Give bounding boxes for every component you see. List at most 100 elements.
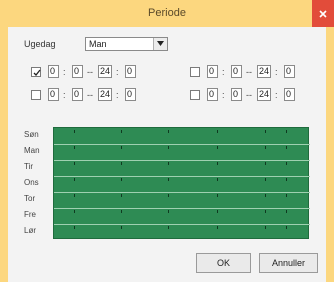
time-row-1-start-minute[interactable]: 0 bbox=[72, 65, 83, 78]
close-button[interactable] bbox=[312, 0, 334, 27]
grid-hour-tick bbox=[74, 146, 75, 149]
grid-hour-tick bbox=[286, 146, 287, 149]
grid-hour-tick bbox=[74, 194, 75, 197]
colon-separator: : bbox=[63, 67, 66, 77]
weekday-label: Ugedag bbox=[24, 39, 56, 49]
dash-separator: -- bbox=[87, 67, 93, 77]
grid-row-divider bbox=[54, 208, 310, 209]
grid-hour-tick bbox=[265, 162, 266, 165]
grid-hour-tick bbox=[265, 210, 266, 213]
weekday-selected-value: Man bbox=[89, 39, 107, 49]
weekday-dropdown-button[interactable] bbox=[153, 38, 167, 50]
window-title: Periode bbox=[148, 7, 186, 19]
day-label-sun: Søn bbox=[24, 130, 39, 139]
colon-separator: : bbox=[116, 67, 119, 77]
colon-separator: : bbox=[63, 90, 66, 100]
day-label-wed: Ons bbox=[24, 178, 39, 187]
grid-hour-tick bbox=[121, 162, 122, 165]
time-row-3-end-minute[interactable]: 0 bbox=[284, 65, 295, 78]
chevron-down-icon bbox=[157, 41, 164, 46]
grid-row-divider bbox=[54, 192, 310, 193]
grid-hour-tick bbox=[265, 146, 266, 149]
grid-hour-tick bbox=[286, 162, 287, 165]
close-icon bbox=[319, 10, 327, 18]
day-label-sat: Lør bbox=[24, 226, 36, 235]
day-label-mon: Man bbox=[24, 146, 40, 155]
grid-hour-tick bbox=[74, 162, 75, 165]
grid-hour-tick bbox=[168, 146, 169, 149]
grid-hour-tick bbox=[265, 226, 266, 229]
ok-button[interactable]: OK bbox=[196, 253, 251, 273]
grid-row-divider bbox=[54, 224, 310, 225]
grid-hour-tick bbox=[217, 194, 218, 197]
time-row-2-end-minute[interactable]: 0 bbox=[125, 88, 136, 101]
schedule-grid[interactable] bbox=[53, 127, 310, 239]
time-row-1-end-minute[interactable]: 0 bbox=[125, 65, 136, 78]
grid-hour-tick bbox=[121, 226, 122, 229]
grid-hour-tick bbox=[74, 178, 75, 181]
time-row-4-start-hour[interactable]: 0 bbox=[207, 88, 218, 101]
dash-separator: -- bbox=[87, 90, 93, 100]
grid-hour-tick bbox=[217, 162, 218, 165]
time-row-4-end-hour[interactable]: 24 bbox=[257, 88, 271, 101]
grid-hour-tick bbox=[265, 130, 266, 133]
grid-hour-tick bbox=[286, 226, 287, 229]
time-row-2-end-hour[interactable]: 24 bbox=[98, 88, 112, 101]
grid-hour-tick bbox=[168, 178, 169, 181]
grid-hour-tick bbox=[286, 194, 287, 197]
grid-hour-tick bbox=[286, 130, 287, 133]
window-frame-right bbox=[326, 27, 334, 282]
grid-hour-tick bbox=[121, 210, 122, 213]
grid-hour-tick bbox=[168, 226, 169, 229]
grid-hour-tick bbox=[265, 194, 266, 197]
grid-row-divider bbox=[54, 144, 310, 145]
time-row-4-checkbox[interactable] bbox=[190, 90, 200, 100]
time-row-3-start-hour[interactable]: 0 bbox=[207, 65, 218, 78]
colon-separator: : bbox=[222, 90, 225, 100]
grid-row-divider bbox=[54, 160, 310, 161]
cancel-button[interactable]: Annuller bbox=[259, 253, 318, 273]
day-label-fri: Fre bbox=[24, 210, 36, 219]
colon-separator: : bbox=[275, 90, 278, 100]
grid-hour-tick bbox=[217, 210, 218, 213]
time-row-2-checkbox[interactable] bbox=[31, 90, 41, 100]
grid-hour-tick bbox=[168, 162, 169, 165]
grid-hour-tick bbox=[168, 194, 169, 197]
grid-hour-tick bbox=[74, 210, 75, 213]
title-bar: Periode bbox=[0, 0, 334, 27]
dash-separator: -- bbox=[246, 90, 252, 100]
time-row-3-checkbox[interactable] bbox=[190, 67, 200, 77]
colon-separator: : bbox=[116, 90, 119, 100]
dash-separator: -- bbox=[246, 67, 252, 77]
grid-hour-tick bbox=[121, 146, 122, 149]
time-row-3-start-minute[interactable]: 0 bbox=[231, 65, 242, 78]
grid-hour-tick bbox=[74, 226, 75, 229]
time-row-3-end-hour[interactable]: 24 bbox=[257, 65, 271, 78]
grid-hour-tick bbox=[217, 130, 218, 133]
grid-hour-tick bbox=[168, 210, 169, 213]
day-label-thu: Tor bbox=[24, 194, 36, 203]
grid-hour-tick bbox=[217, 178, 218, 181]
time-row-2-start-hour[interactable]: 0 bbox=[48, 88, 59, 101]
dialog-body: Ugedag Man 0 : 0 -- 24 : 0 0 : 0 -- 24 :… bbox=[8, 27, 326, 282]
day-label-tue: Tir bbox=[24, 162, 34, 171]
time-row-1-checkbox[interactable] bbox=[31, 67, 41, 77]
colon-separator: : bbox=[275, 67, 278, 77]
grid-hour-tick bbox=[217, 146, 218, 149]
grid-hour-tick bbox=[74, 130, 75, 133]
time-row-1-end-hour[interactable]: 24 bbox=[98, 65, 112, 78]
time-row-1-start-hour[interactable]: 0 bbox=[48, 65, 59, 78]
time-row-4-end-minute[interactable]: 0 bbox=[284, 88, 295, 101]
grid-hour-tick bbox=[286, 210, 287, 213]
grid-hour-tick bbox=[121, 178, 122, 181]
time-row-4-start-minute[interactable]: 0 bbox=[231, 88, 242, 101]
grid-hour-tick bbox=[265, 178, 266, 181]
checkmark-icon bbox=[33, 69, 41, 76]
grid-hour-tick bbox=[286, 178, 287, 181]
weekday-select[interactable]: Man bbox=[85, 37, 168, 51]
time-row-2-start-minute[interactable]: 0 bbox=[72, 88, 83, 101]
grid-hour-tick bbox=[121, 194, 122, 197]
colon-separator: : bbox=[222, 67, 225, 77]
grid-hour-tick bbox=[168, 130, 169, 133]
grid-hour-tick bbox=[121, 130, 122, 133]
